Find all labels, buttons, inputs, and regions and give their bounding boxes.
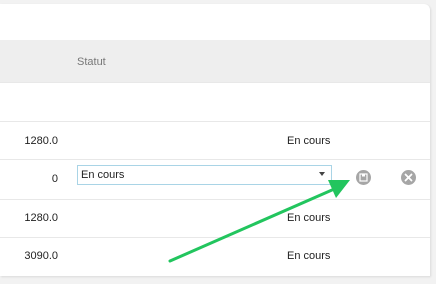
annotation-arrow <box>168 180 350 263</box>
